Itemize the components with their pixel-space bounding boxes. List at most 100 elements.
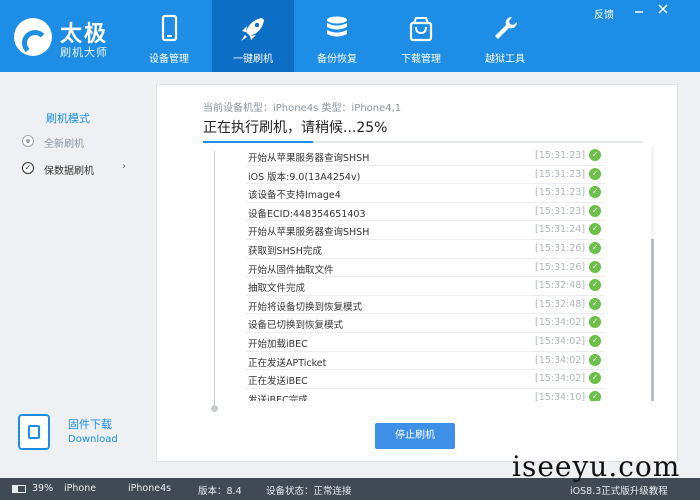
flash-status: 正在执行刷机，请稍候...25%	[203, 120, 388, 136]
log-row: 开始从苹果服务器查询SHSH [15:31:23] ✓	[245, 147, 605, 166]
firmware-download-button[interactable]: 固件下载 Download	[18, 414, 128, 454]
device-state: 设备状态：正常连接	[266, 486, 352, 497]
ios-version: 版本：8.4	[198, 486, 242, 497]
log-text: 该设备不支持Image4	[248, 190, 341, 202]
log-row: 正在发送APTicket [15:34:02] ✓	[245, 352, 605, 371]
nav-label: 备份恢复	[317, 54, 357, 65]
log-time: [15:31:23]	[535, 168, 586, 180]
close-icon	[658, 4, 668, 14]
success-check-icon: ✓	[589, 372, 601, 385]
success-check-icon: ✓	[589, 260, 601, 273]
log-row: 正在发送iBEC [15:34:02] ✓	[245, 370, 605, 389]
scrollbar-thumb[interactable]	[651, 239, 654, 401]
log-time: [15:34:02]	[535, 317, 586, 329]
success-check-icon: ✓	[589, 241, 601, 254]
timeline-dot	[211, 405, 218, 412]
success-check-icon: ✓	[589, 223, 601, 236]
timeline-line	[214, 151, 215, 409]
chevron-right-icon: ›	[122, 161, 126, 172]
firmware-icon	[18, 414, 50, 450]
sidebar-item-keep-data-flash[interactable]: ✓ 保数据刷机 ›	[0, 157, 143, 181]
log-row: 开始从固件抽取文件 [15:31:26] ✓	[245, 259, 605, 278]
flash-log: 开始从苹果服务器查询SHSH [15:31:23] ✓ iOS 版本:9.0(13A4…	[245, 147, 605, 401]
minimize-icon	[635, 11, 643, 13]
log-text: 设备已切换到恢复模式	[248, 320, 344, 332]
log-text: 开始将设备切换到恢复模式	[248, 301, 363, 313]
app-logo: 太极 刷机大师	[12, 12, 132, 62]
rocket-icon	[241, 18, 264, 41]
device-model: iPhone4s	[128, 483, 172, 494]
log-text: 正在发送iBEC	[248, 376, 308, 388]
success-check-icon: ✓	[589, 279, 601, 292]
log-time: [15:31:24]	[535, 224, 586, 236]
log-time: [15:34:10]	[535, 391, 586, 401]
sidebar-item-label: 保数据刷机	[44, 166, 94, 177]
success-check-icon: ✓	[589, 297, 601, 310]
upgrade-tutorial-link[interactable]: iOS8.3正式版升级教程	[570, 483, 668, 497]
success-check-icon: ✓	[589, 186, 601, 199]
download-title: 固件下载	[68, 418, 112, 431]
minimize-button[interactable]	[632, 4, 646, 18]
log-time: [15:31:26]	[535, 261, 586, 273]
battery-percent: 39%	[32, 483, 54, 494]
sidebar-title: 刷机模式	[46, 112, 90, 125]
device-info: 当前设备机型：iPhone4s 类型：iPhone4,1	[203, 103, 402, 114]
watermark: iseeyu.com	[512, 450, 681, 483]
log-row: 发送iBEC完成 [15:34:10] ✓	[245, 389, 605, 401]
check-circle-icon: ✓	[22, 162, 34, 174]
nav-device-management[interactable]: 设备管理	[128, 0, 210, 72]
header: 太极 刷机大师 设备管理 一键刷机 备份恢复 下载管理 越狱工具 反馈	[0, 0, 700, 72]
phone-icon	[161, 14, 178, 42]
battery-icon	[12, 485, 26, 493]
log-text: 获取到SHSH完成	[248, 245, 322, 257]
nav-one-click-flash[interactable]: 一键刷机	[212, 0, 294, 72]
log-time: [15:31:23]	[535, 150, 586, 161]
nav-jailbreak-tools[interactable]: 越狱工具	[464, 0, 546, 72]
log-text: 开始从苹果服务器查询SHSH	[248, 153, 370, 164]
success-check-icon: ✓	[589, 334, 601, 347]
log-row: 开始从苹果服务器查询SHSH [15:31:24] ✓	[245, 221, 605, 240]
logo-subtitle: 刷机大师	[60, 46, 108, 59]
log-row: 抽取文件完成 [15:32:48] ✓	[245, 277, 605, 296]
log-text: 发送iBEC完成	[248, 394, 308, 401]
success-check-icon: ✓	[589, 149, 601, 161]
sidebar-item-label: 全新刷机	[44, 139, 84, 150]
device-type: iPhone	[64, 483, 97, 494]
radio-icon	[22, 135, 34, 147]
log-row: 该设备不支持Image4 [15:31:23] ✓	[245, 184, 605, 203]
download-subtitle: Download	[68, 434, 118, 445]
sidebar-item-new-flash[interactable]: 全新刷机	[0, 130, 143, 154]
nav-backup-restore[interactable]: 备份恢复	[296, 0, 378, 72]
log-time: [15:31:26]	[535, 242, 586, 254]
progress-fill	[203, 141, 313, 143]
log-row: iOS 版本:9.0(13A4254v) [15:31:23] ✓	[245, 166, 605, 185]
progress-bar	[203, 141, 643, 143]
nav-label: 越狱工具	[485, 54, 525, 65]
nav-label: 设备管理	[149, 54, 189, 65]
nav-download-management[interactable]: 下载管理	[380, 0, 462, 72]
log-scrollbar[interactable]	[651, 147, 654, 401]
feedback-link[interactable]: 反馈	[594, 6, 614, 21]
wrench-icon	[495, 16, 518, 39]
success-check-icon: ✓	[589, 353, 601, 366]
log-text: 正在发送APTicket	[248, 357, 327, 369]
log-time: [15:32:48]	[535, 298, 586, 310]
nav-label: 一键刷机	[233, 54, 273, 65]
log-text: 设备ECID:448354651403	[248, 208, 366, 220]
log-text: 开始从苹果服务器查询SHSH	[248, 227, 370, 239]
log-time: [15:31:23]	[535, 187, 586, 199]
log-time: [15:32:48]	[535, 280, 586, 292]
log-time: [15:34:02]	[535, 354, 586, 366]
stop-flash-button[interactable]: 停止刷机	[375, 423, 455, 449]
log-row: 开始将设备切换到恢复模式 [15:32:48] ✓	[245, 296, 605, 315]
close-button[interactable]	[656, 4, 670, 18]
log-row: 获取到SHSH完成 [15:31:26] ✓	[245, 240, 605, 259]
nav-label: 下载管理	[401, 54, 441, 65]
log-text: iOS 版本:9.0(13A4254v)	[248, 171, 361, 183]
success-check-icon: ✓	[589, 167, 601, 180]
success-check-icon: ✓	[589, 204, 601, 217]
flash-progress-panel: 当前设备机型：iPhone4s 类型：iPhone4,1 正在执行刷机，请稍候.…	[156, 84, 678, 462]
success-check-icon: ✓	[589, 316, 601, 329]
log-row: 开始加载iBEC [15:34:02] ✓	[245, 333, 605, 352]
log-text: 开始加载iBEC	[248, 338, 308, 350]
